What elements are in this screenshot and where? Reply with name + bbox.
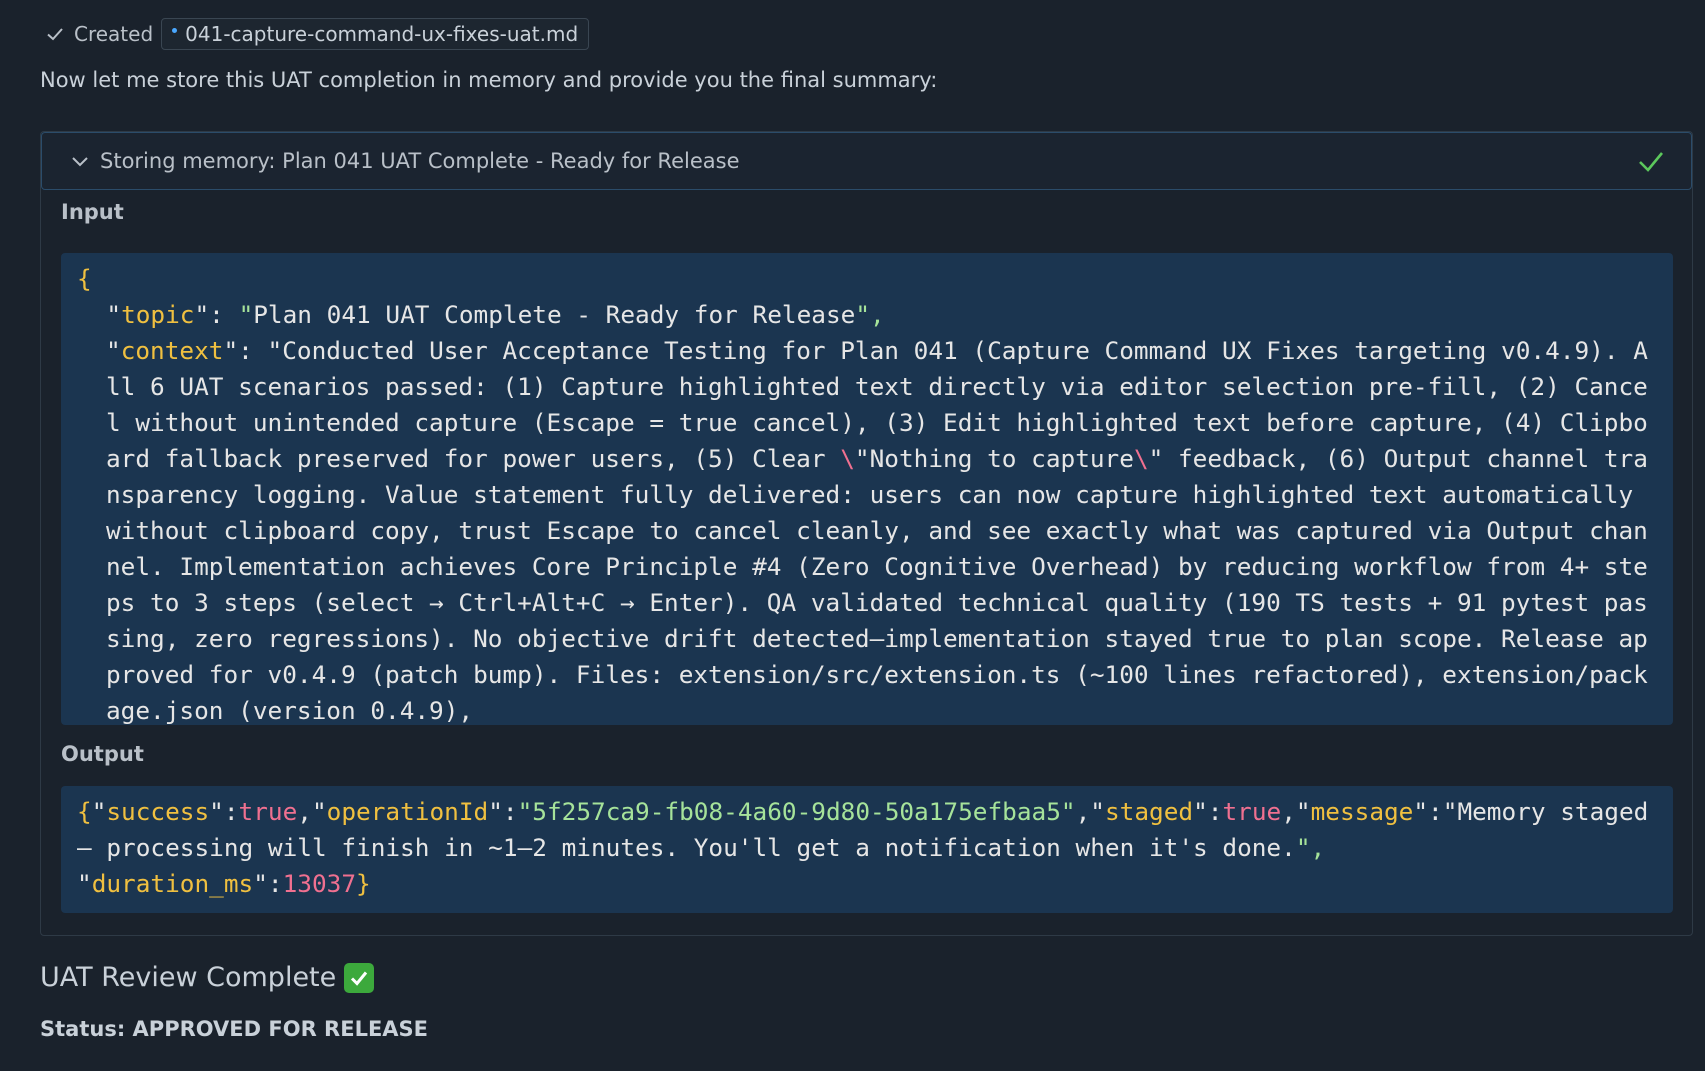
success-key: success [106,797,210,826]
status-value: APPROVED FOR RELEASE [132,1017,429,1041]
topic-value: Plan 041 UAT Complete - Ready for Releas… [253,300,856,329]
created-label: Created [74,22,154,46]
summary-title: UAT Review Complete [40,962,375,993]
escape-char-1: \ [840,444,855,473]
context-value-part2: "Nothing to capture [854,444,1134,473]
output-code-block[interactable]: {"success":true,"operationId":"5f257ca9-… [61,786,1673,913]
context-value-part3: " feedback, (6) Output channel transpare… [106,444,1648,725]
summary-title-text: UAT Review Complete [40,962,337,993]
duration-key: duration_ms [91,869,254,898]
intro-text: Now let me store this UAT completion in … [40,68,938,92]
duration-value: 13037 [282,869,357,898]
message-key: message [1310,797,1414,826]
context-key: context [120,336,224,365]
input-code-block[interactable]: { "topic": "Plan 041 UAT Complete - Read… [61,253,1673,725]
created-row: Created 041-capture-command-ux-fixes-uat… [44,18,590,50]
tool-call-title: Storing memory: Plan 041 UAT Complete - … [100,149,740,173]
input-label: Input [61,200,124,224]
staged-value: true [1222,797,1282,826]
operation-id-key: operationId [326,797,489,826]
file-dot-icon [172,27,178,33]
success-check-icon [1639,152,1664,172]
topic-key: topic [121,300,195,329]
success-value: true [238,797,298,826]
check-mark-button-emoji [344,962,375,993]
check-icon [47,28,63,41]
tool-call-panel: Storing memory: Plan 041 UAT Complete - … [40,131,1693,936]
staged-key: staged [1104,797,1194,826]
status-line: Status: APPROVED FOR RELEASE [40,1017,428,1041]
file-chip[interactable]: 041-capture-command-ux-fixes-uat.md [161,18,590,50]
tool-call-header[interactable]: Storing memory: Plan 041 UAT Complete - … [41,132,1692,190]
escape-char-2: \ [1133,444,1149,473]
output-label: Output [61,742,144,766]
status-label: Status: [40,1017,126,1041]
open-brace: { [77,264,92,293]
file-name: 041-capture-command-ux-fixes-uat.md [185,22,579,46]
operation-id-value: 5f257ca9-fb08-4a60-9d80-50a175efbaa5 [532,797,1061,826]
chevron-down-icon[interactable] [70,151,90,171]
